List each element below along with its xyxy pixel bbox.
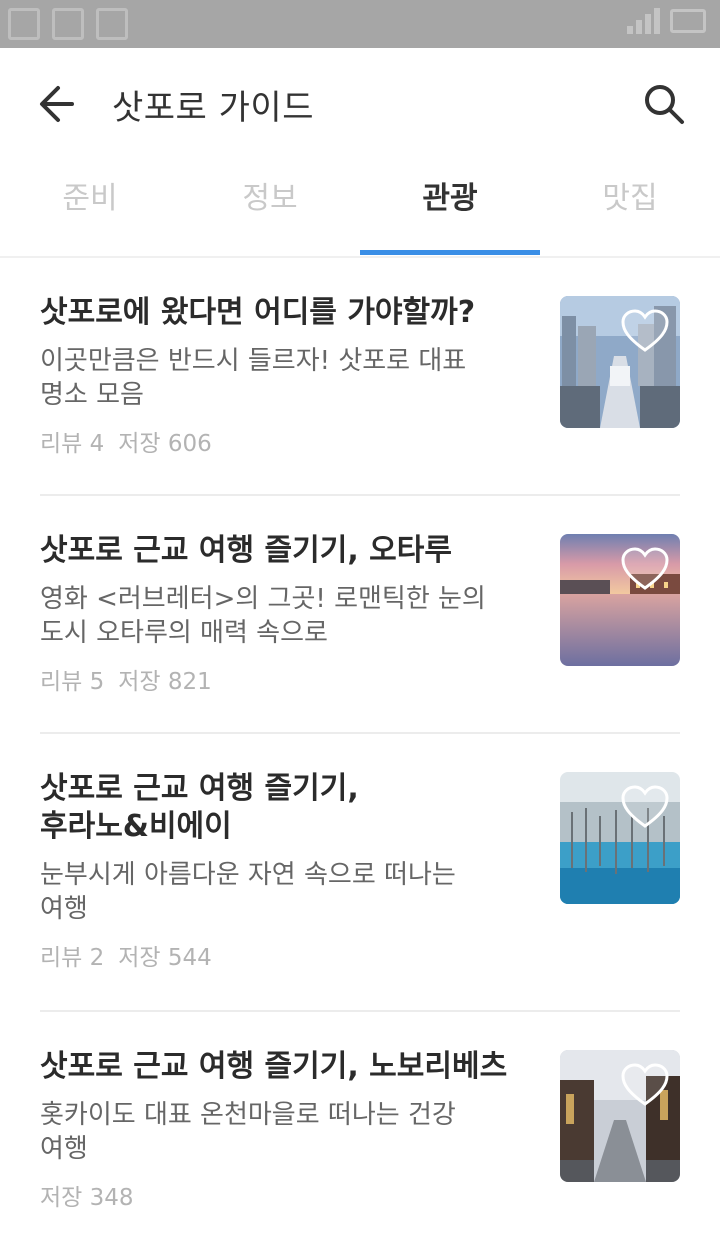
notification-icon	[96, 8, 128, 40]
item-meta: 저장 348	[40, 1178, 134, 1212]
notification-icon	[8, 8, 40, 40]
tab-prep[interactable]: 준비	[0, 160, 180, 256]
heart-icon	[621, 547, 669, 590]
status-bar	[0, 0, 720, 48]
item-meta: 리뷰 5 저장 821	[40, 662, 212, 696]
save-count: 저장 348	[40, 1185, 134, 1211]
favorite-button[interactable]	[620, 1062, 670, 1108]
guide-list: 삿포로에 왔다면 어디를 가야할까? 이곳만큼은 반드시 들르자! 삿포로 대표…	[0, 258, 720, 1250]
favorite-button[interactable]	[620, 308, 670, 354]
item-title-line: 후라노&비에이	[40, 809, 232, 844]
item-description-line: 이곳만큼은 반드시 들르자! 삿포로 대표	[40, 346, 467, 376]
item-description-line: 홋카이도 대표 온천마을로 떠나는 건강	[40, 1100, 456, 1130]
item-description-line: 여행	[40, 894, 88, 924]
item-thumbnail	[560, 296, 680, 428]
save-count: 저장 821	[118, 669, 212, 695]
item-description-line: 도시 오타루의 매력 속으로	[40, 618, 328, 648]
item-title-line: 삿포로 근교 여행 즐기기,	[40, 771, 359, 806]
item-meta: 리뷰 4 저장 606	[40, 424, 212, 458]
item-thumbnail	[560, 534, 680, 666]
notification-icon	[52, 8, 84, 40]
item-meta: 리뷰 2 저장 544	[40, 938, 212, 972]
item-title: 삿포로 근교 여행 즐기기, 오타루	[40, 533, 452, 568]
back-arrow-icon	[40, 86, 74, 122]
tab-info[interactable]: 정보	[180, 160, 360, 256]
list-item[interactable]: 삿포로에 왔다면 어디를 가야할까? 이곳만큼은 반드시 들르자! 삿포로 대표…	[0, 258, 720, 496]
search-button[interactable]	[642, 82, 686, 126]
save-count: 저장 606	[118, 431, 212, 457]
active-tab-indicator	[360, 250, 540, 255]
review-count: 리뷰 5	[40, 669, 105, 695]
heart-icon	[621, 785, 669, 828]
item-description-line: 눈부시게 아름다운 자연 속으로 떠나는	[40, 860, 456, 890]
review-count: 리뷰 4	[40, 431, 105, 457]
signal-icon	[627, 8, 660, 34]
search-icon	[645, 85, 684, 124]
item-description-line: 여행	[40, 1134, 88, 1164]
tab-restaurants[interactable]: 맛집	[540, 160, 720, 256]
review-count: 리뷰 2	[40, 945, 105, 971]
item-description-line: 영화 <러브레터>의 그곳! 로맨틱한 눈의	[40, 584, 486, 614]
page-title: 삿포로 가이드	[112, 88, 314, 128]
list-item[interactable]: 삿포로 근교 여행 즐기기, 오타루 영화 <러브레터>의 그곳! 로맨틱한 눈…	[0, 496, 720, 734]
item-thumbnail	[560, 772, 680, 904]
back-button[interactable]	[32, 78, 88, 130]
heart-icon	[621, 309, 669, 352]
item-title: 삿포로 근교 여행 즐기기, 노보리베츠	[40, 1049, 508, 1084]
status-system-icons	[627, 8, 706, 34]
list-item[interactable]: 삿포로 근교 여행 즐기기, 노보리베츠 홋카이도 대표 온천마을로 떠나는 건…	[0, 1012, 720, 1250]
item-description-line: 명소 모음	[40, 380, 144, 410]
status-notification-icons	[8, 8, 128, 40]
battery-icon	[670, 9, 706, 33]
list-item[interactable]: 삿포로 근교 여행 즐기기, 후라노&비에이 눈부시게 아름다운 자연 속으로 …	[0, 734, 720, 1012]
save-count: 저장 544	[118, 945, 212, 971]
favorite-button[interactable]	[620, 546, 670, 592]
category-tabs: 준비 정보 관광 맛집	[0, 160, 720, 256]
app-header: 삿포로 가이드	[0, 48, 720, 160]
favorite-button[interactable]	[620, 784, 670, 830]
item-thumbnail	[560, 1050, 680, 1182]
item-title: 삿포로에 왔다면 어디를 가야할까?	[40, 295, 476, 330]
heart-icon	[621, 1063, 669, 1106]
tab-sightseeing[interactable]: 관광	[360, 160, 540, 256]
